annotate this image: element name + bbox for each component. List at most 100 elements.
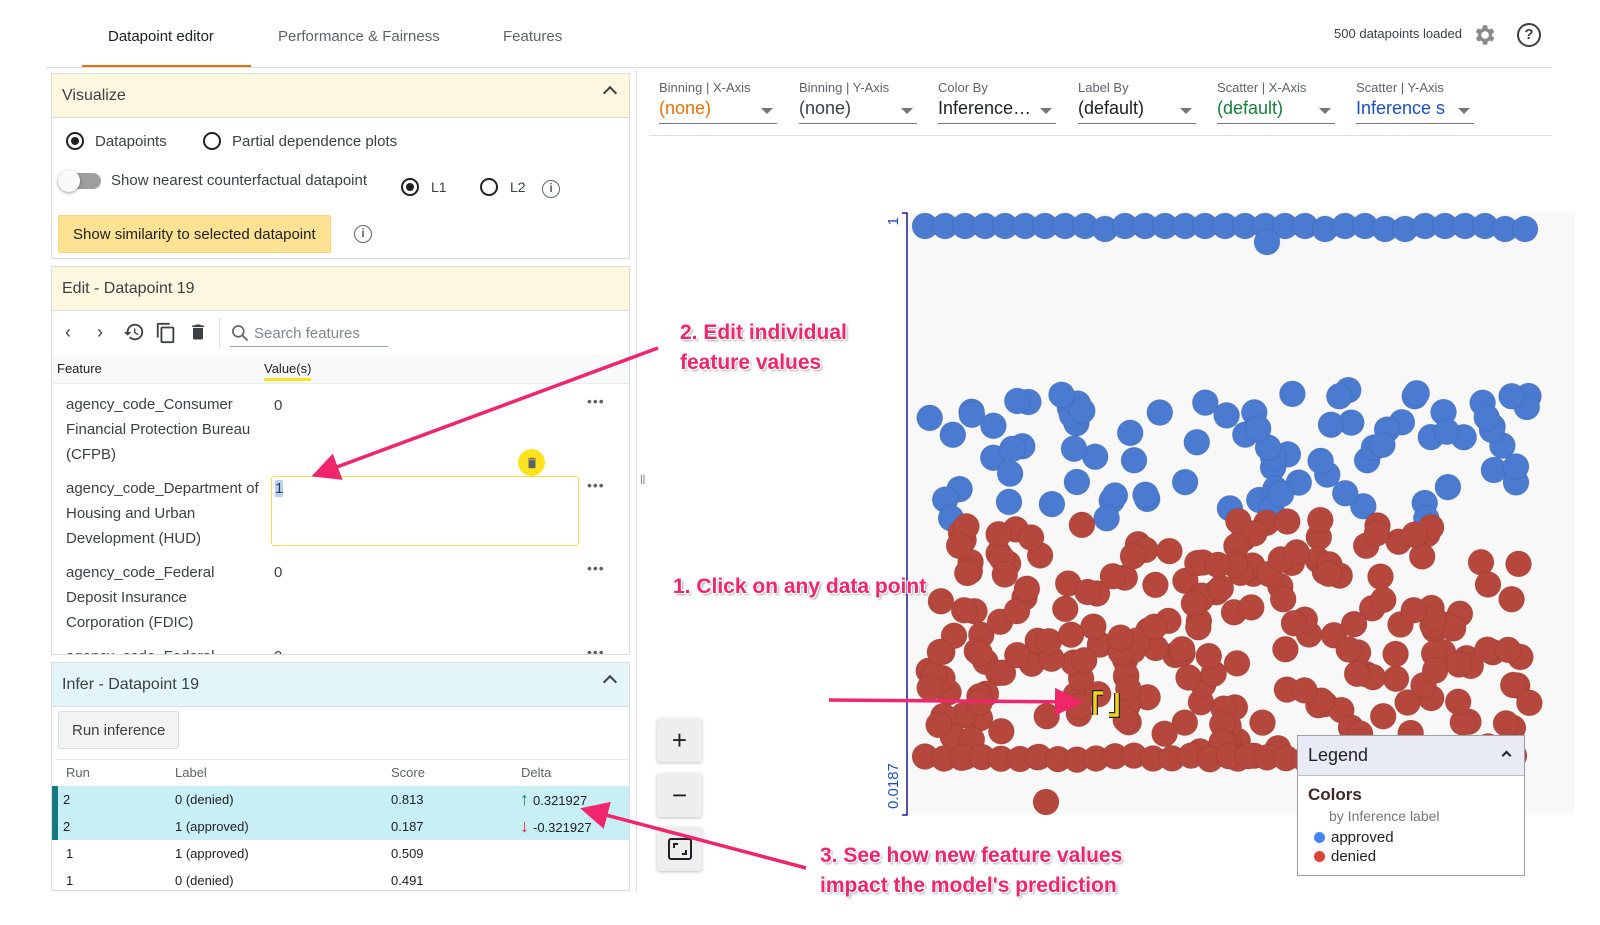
- table-row[interactable]: 21 (approved) 0.187 ↓ -0.321927: [52, 812, 629, 840]
- datapoint-denied[interactable]: [927, 587, 955, 615]
- show-similarity-button[interactable]: Show similarity to selected datapoint: [58, 215, 331, 253]
- datapoint-approved[interactable]: [1317, 411, 1345, 439]
- search-features-input[interactable]: Search features: [230, 320, 388, 347]
- feature-value[interactable]: 0: [274, 564, 282, 581]
- datapoint-denied[interactable]: [1180, 590, 1208, 617]
- gear-icon[interactable]: [1471, 22, 1497, 48]
- datapoint-denied[interactable]: [1032, 788, 1060, 816]
- datapoint-denied[interactable]: [1175, 664, 1202, 691]
- datapoint-denied[interactable]: [926, 638, 954, 666]
- datapoint-denied[interactable]: [916, 674, 944, 702]
- datapoint-denied[interactable]: [1474, 571, 1502, 598]
- datapoint-approved[interactable]: [1325, 382, 1353, 410]
- datapoint-approved[interactable]: [1267, 480, 1295, 508]
- dropdown-value[interactable]: (none): [659, 98, 777, 124]
- datapoint-approved[interactable]: [1511, 215, 1539, 243]
- infer-header[interactable]: Infer - Datapoint 19: [52, 663, 629, 707]
- datapoint-approved[interactable]: [1368, 431, 1396, 459]
- datapoint-denied[interactable]: [985, 520, 1013, 548]
- datapoint-denied[interactable]: [1382, 640, 1410, 668]
- datapoint-denied[interactable]: [1207, 574, 1235, 602]
- datapoint-denied[interactable]: [1065, 693, 1093, 720]
- datapoint-approved[interactable]: [1146, 399, 1174, 426]
- table-row[interactable]: 1 1 (approved) 0.509: [55, 840, 629, 867]
- datapoint-denied[interactable]: [1099, 562, 1127, 590]
- fit-to-screen-button[interactable]: [657, 827, 702, 871]
- datapoint-approved[interactable]: [1183, 428, 1211, 456]
- radio-icon[interactable]: [203, 132, 221, 150]
- datapoint-approved[interactable]: [1502, 453, 1530, 480]
- radio-icon-selected[interactable]: [401, 178, 419, 196]
- tab-features[interactable]: Features: [503, 28, 562, 45]
- table-row[interactable]: 1 0 (denied) 0.491: [55, 867, 629, 891]
- tab-performance-fairness[interactable]: Performance & Fairness: [278, 28, 440, 45]
- datapoint-denied[interactable]: [1315, 560, 1343, 588]
- datapoint-denied[interactable]: [1068, 511, 1096, 539]
- tab-datapoint-editor[interactable]: Datapoint editor: [108, 28, 214, 45]
- datapoint-denied[interactable]: [1155, 537, 1183, 565]
- datapoint-denied[interactable]: [1003, 641, 1031, 669]
- radio-icon-selected[interactable]: [66, 132, 84, 150]
- datapoint-approved[interactable]: [1003, 387, 1031, 415]
- dropdown-value[interactable]: (default): [1078, 98, 1196, 124]
- datapoint-denied[interactable]: [1291, 676, 1318, 704]
- chevron-up-icon[interactable]: [1501, 750, 1512, 761]
- datapoint-denied[interactable]: [1070, 646, 1098, 674]
- dropdown-scatter-y-axis[interactable]: Scatter | Y-Axis Inference s: [1356, 80, 1474, 124]
- datapoint-approved[interactable]: [939, 421, 967, 449]
- datapoint-denied[interactable]: [1515, 689, 1543, 717]
- chevron-right-icon[interactable]: ›: [97, 322, 103, 343]
- delete-icon[interactable]: [188, 321, 208, 348]
- datapoint-denied[interactable]: [1271, 635, 1299, 663]
- datapoint-denied[interactable]: [1184, 613, 1212, 641]
- datapoint-denied[interactable]: [1400, 521, 1428, 549]
- radio-l2[interactable]: L2: [480, 178, 526, 196]
- datapoint-denied[interactable]: [1306, 506, 1334, 534]
- datapoint-denied[interactable]: [1444, 688, 1472, 716]
- datapoint-denied[interactable]: [1168, 635, 1196, 663]
- datapoint-approved[interactable]: [1433, 418, 1461, 446]
- counterfactual-toggle[interactable]: [58, 169, 101, 192]
- datapoint-denied[interactable]: [1421, 657, 1449, 684]
- more-options-icon[interactable]: •••: [587, 393, 605, 409]
- datapoint-approved[interactable]: [1101, 482, 1129, 509]
- datapoint-denied[interactable]: [1017, 524, 1045, 551]
- dropdown-value[interactable]: (none): [799, 98, 917, 124]
- datapoint-denied[interactable]: [1369, 586, 1397, 614]
- more-options-icon[interactable]: •••: [587, 477, 605, 493]
- delete-value-icon[interactable]: [518, 449, 545, 476]
- dropdown-value[interactable]: Inference…: [938, 98, 1056, 124]
- datapoint-denied[interactable]: [925, 711, 953, 739]
- run-inference-button[interactable]: Run inference: [58, 711, 180, 749]
- radio-l1[interactable]: L1: [401, 178, 447, 196]
- zoom-out-button[interactable]: −: [657, 773, 702, 817]
- datapoint-denied[interactable]: [1280, 609, 1308, 637]
- datapoint-approved[interactable]: [998, 435, 1026, 463]
- more-options-icon[interactable]: •••: [587, 560, 605, 576]
- datapoint-denied[interactable]: [950, 596, 978, 624]
- datapoint-denied[interactable]: [1057, 621, 1085, 649]
- feature-value-input[interactable]: 1: [271, 476, 579, 546]
- history-icon[interactable]: [123, 321, 145, 348]
- datapoint-denied[interactable]: [1343, 660, 1371, 688]
- datapoint-denied[interactable]: [1249, 709, 1276, 737]
- scatter-plot[interactable]: 1 0.0187: [880, 195, 1580, 820]
- datapoint-approved[interactable]: [1060, 435, 1088, 463]
- datapoint-approved[interactable]: [1191, 389, 1219, 417]
- zoom-in-button[interactable]: +: [657, 718, 702, 762]
- datapoint-approved[interactable]: [1331, 479, 1359, 507]
- datapoint-approved[interactable]: [1473, 403, 1501, 431]
- legend-header[interactable]: Legend: [1298, 736, 1524, 776]
- datapoint-denied[interactable]: [1107, 624, 1134, 652]
- datapoint-denied[interactable]: [1141, 571, 1169, 599]
- datapoint-approved[interactable]: [995, 488, 1023, 516]
- datapoint-denied[interactable]: [1140, 613, 1168, 641]
- datapoint-denied[interactable]: [945, 532, 973, 560]
- datapoint-approved[interactable]: [1068, 397, 1096, 425]
- datapoint-approved[interactable]: [1116, 419, 1144, 447]
- info-icon[interactable]: i: [354, 225, 372, 243]
- datapoint-approved[interactable]: [1498, 382, 1526, 410]
- resize-handle[interactable]: ||: [640, 474, 645, 485]
- datapoint-approved[interactable]: [1063, 468, 1091, 496]
- datapoint-denied[interactable]: [1195, 642, 1223, 670]
